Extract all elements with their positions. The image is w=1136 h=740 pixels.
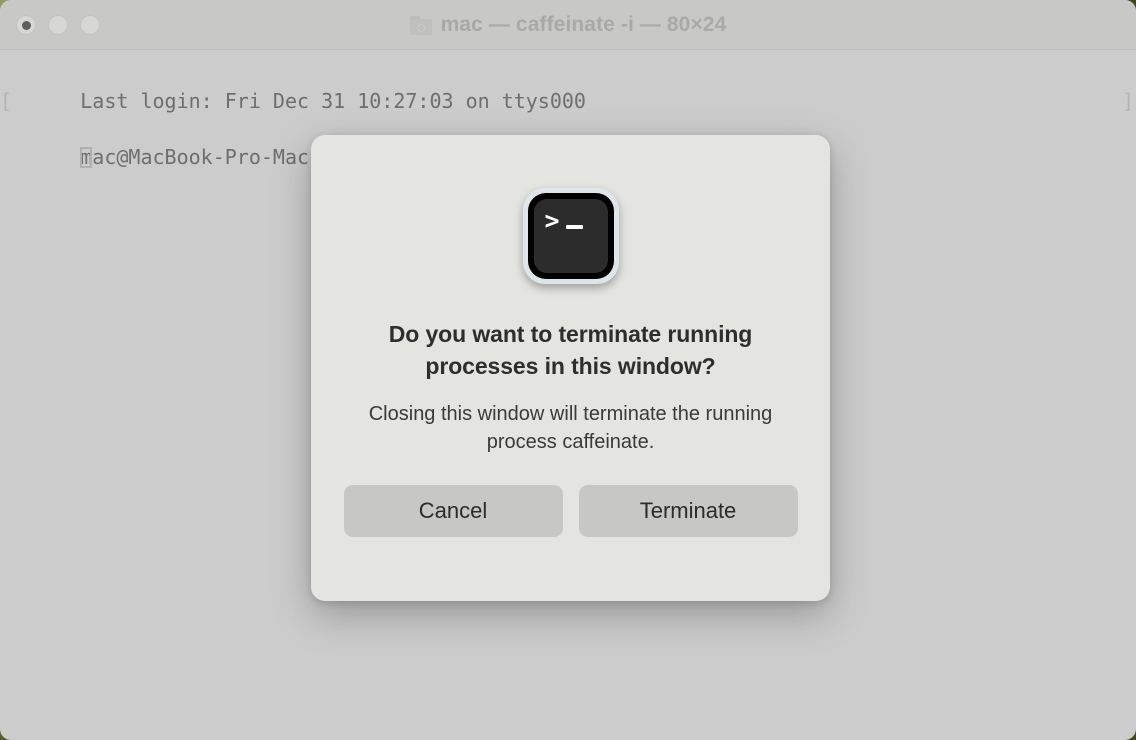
bracket-right: ] [1121, 89, 1134, 113]
dialog-heading: Do you want to terminate running process… [388, 321, 753, 379]
title-group: mac — caffeinate -i — 80×24 [0, 0, 1136, 50]
terminal-app-icon: > [522, 188, 619, 284]
prompt-underscore-icon [565, 225, 583, 229]
cancel-button[interactable]: Cancel [343, 485, 563, 537]
window-title: mac — caffeinate -i — 80×24 [440, 13, 727, 36]
terminate-processes-dialog: > Do you want to terminate running proce… [311, 135, 830, 601]
terminate-button[interactable]: Terminate [578, 485, 798, 537]
prompt-chevron-icon: > [544, 206, 560, 235]
bracket-left: [ [0, 89, 13, 113]
window-titlebar[interactable]: mac — caffeinate -i — 80×24 [0, 0, 1136, 50]
text-cursor-icon [80, 147, 93, 168]
traffic-light-controls [16, 15, 100, 35]
dialog-button-row: Cancel Terminate [343, 485, 798, 537]
close-button[interactable] [16, 15, 36, 35]
terminal-line: Last login: Fri Dec 31 10:27:03 on ttys0… [0, 59, 1136, 113]
terminal-line: [ mac@MacBook-Pro-Mac ~ % caffeinate -i … [0, 87, 1136, 169]
zoom-button[interactable] [80, 15, 100, 35]
minimize-button[interactable] [48, 15, 68, 35]
dialog-message: Closing this window will terminate the r… [368, 403, 773, 453]
folder-icon [409, 15, 432, 35]
